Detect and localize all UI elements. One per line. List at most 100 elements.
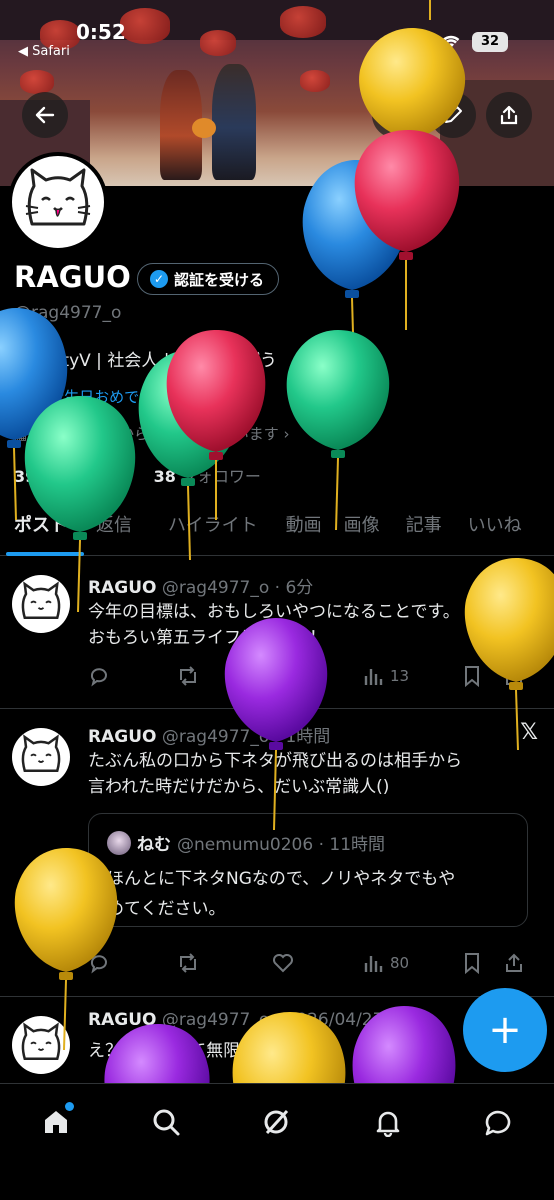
back-to-safari-link[interactable]: ◀ Safari [18, 44, 70, 59]
balloon-small-icon: ◯ [14, 390, 35, 406]
views-button[interactable]: 80 [362, 952, 462, 974]
share-icon[interactable] [504, 952, 524, 974]
share-button[interactable] [486, 92, 532, 138]
following-link[interactable]: 39 フォロー中 [14, 467, 121, 486]
follow-counts: 39 フォロー中 38 フォロワー [14, 463, 261, 487]
home-icon [45, 1111, 67, 1133]
bookmark-icon[interactable] [462, 952, 504, 974]
post-text-line: 言われた時だけだから、だいぶ常識人() [88, 777, 390, 797]
repost-icon[interactable] [176, 665, 272, 687]
profile-screen: { "status_bar": {"time": "0:52", "back_a… [0, 0, 554, 1200]
repost-icon[interactable] [176, 952, 272, 974]
post-avatar[interactable] [12, 1016, 70, 1074]
profile-bio: IdentityV | 社会人 | 楽しく遊ぼう [14, 351, 277, 371]
post-avatar[interactable] [12, 728, 70, 786]
edit-button[interactable] [430, 92, 476, 138]
arrow-left-icon [35, 106, 55, 124]
search-button[interactable] [372, 92, 418, 138]
quote-meta: @nemumu0206 · 11時間 [177, 835, 386, 855]
post-text-line: おもろい第五ライフにするぞ！ [88, 628, 327, 648]
share-icon [500, 105, 518, 125]
joined-date[interactable]: ▦ 2023年11月からXを利用しています › [14, 423, 290, 444]
tab-images[interactable]: 画像 [330, 506, 380, 556]
bar-chart-icon [364, 956, 383, 972]
profile-tabs: ポスト 返信 ハイライト 動画 画像 記事 いいね [0, 506, 554, 556]
post-header: RAGUO @rag4977_o · 6分 [88, 573, 313, 598]
quote-avatar [107, 830, 131, 855]
post-text: え？歯医者って無限.5？？？ [88, 1038, 307, 1064]
following-count: 39 [14, 467, 37, 486]
quote-text-line: めてください。 [107, 899, 226, 919]
quote-author: ねむ [137, 835, 171, 855]
nav-grok[interactable] [256, 1102, 296, 1142]
plus-icon: + [488, 1007, 522, 1053]
quote-text: ほんとに下ネタNGなので、ノリやネタでもや めてください。 [107, 864, 517, 924]
post-author[interactable]: RAGUO [88, 578, 156, 598]
cat-avatar-icon [21, 1022, 61, 1060]
views-count: 13 [390, 667, 410, 685]
tab-replies[interactable]: 返信 [82, 506, 132, 556]
post-header: RAGUO @rag4977_o · 2026/04/27 [88, 1010, 383, 1030]
search-icon [384, 104, 406, 126]
grok-icon[interactable]: 𝕏 [520, 573, 538, 598]
get-verified-label: 認証を受ける [174, 270, 265, 289]
post-text: 今年の目標は、おもしろいやつになることです。 おもろい第五ライフにするぞ！ [88, 599, 460, 651]
chevron-right-icon: › [278, 425, 290, 443]
tab-articles[interactable]: 記事 [392, 506, 442, 556]
compose-button[interactable]: + [463, 988, 547, 1072]
pencil-icon [445, 106, 462, 123]
bottom-nav [0, 1083, 554, 1200]
profile-avatar[interactable] [8, 152, 108, 252]
grok-icon [264, 1109, 289, 1135]
tab-posts[interactable]: ポスト [0, 506, 84, 556]
balloon-blue [0, 308, 68, 521]
grok-icon[interactable]: 𝕏 [520, 720, 538, 745]
cat-avatar-icon [21, 581, 61, 619]
status-bar: 0:52 ◀ Safari 32 [0, 0, 554, 70]
post-item[interactable]: RAGUO @rag4977_o · 1時間 𝕏 たぶん私の口から下ネタが飛び出… [0, 710, 554, 997]
message-icon [485, 1110, 511, 1136]
followers-link[interactable]: 38 フォロワー [154, 467, 261, 486]
calendar-icon: ▦ [14, 427, 32, 443]
post-author[interactable]: RAGUO [88, 1010, 156, 1030]
bookmark-icon[interactable] [462, 665, 504, 687]
followers-count: 38 [153, 467, 176, 486]
heart-icon[interactable] [272, 665, 362, 687]
get-verified-button[interactable]: ✓ 認証を受ける [137, 263, 280, 295]
reply-icon[interactable] [88, 665, 176, 687]
views-button[interactable]: 13 [362, 665, 462, 687]
post-item[interactable]: RAGUO @rag4977_o · 6分 𝕏 今年の目標は、おもしろいやつにな… [0, 557, 554, 709]
profile-name: RAGUO [14, 260, 131, 294]
tab-videos[interactable]: 動画 [272, 506, 322, 556]
post-avatar[interactable] [12, 575, 70, 633]
search-icon [153, 1109, 180, 1136]
quote-text-line: ほんとに下ネタNGなので、ノリやネタでもや [107, 869, 456, 889]
post-text-line: 今年の目標は、おもしろいやつになることです。 [88, 602, 460, 622]
post-header: RAGUO @rag4977_o · 1時間 [88, 722, 330, 747]
share-icon[interactable] [504, 665, 524, 687]
post-author[interactable]: RAGUO [88, 727, 156, 747]
heart-icon[interactable] [272, 952, 362, 974]
reply-icon[interactable] [88, 952, 176, 974]
tab-highlights[interactable]: ハイライト [154, 506, 258, 556]
quoted-post[interactable]: ねむ @nemumu0206 · 11時間 ほんとに下ネタNGなので、ノリやネタ… [88, 813, 528, 927]
birthday-message: ◯ お誕生日おめでとうございます。 [14, 386, 258, 407]
post-meta: @rag4977_o · 2026/04/27 [161, 1010, 384, 1030]
nav-search[interactable] [146, 1102, 186, 1142]
tab-likes[interactable]: いいね [454, 506, 522, 556]
post-actions: 13 [88, 665, 538, 687]
balloon-green [286, 330, 390, 531]
nav-notifications[interactable] [368, 1102, 408, 1142]
joined-text: 2023年11月からXを利用しています [31, 425, 279, 443]
notification-dot [65, 1102, 74, 1111]
back-button[interactable] [22, 92, 68, 138]
battery-indicator: 32 [472, 32, 508, 52]
nav-messages[interactable] [478, 1102, 518, 1142]
wifi-icon [440, 32, 462, 55]
status-time: 0:52 [76, 20, 126, 44]
profile-handle: @rag4977_o [14, 303, 122, 323]
post-actions: 80 [88, 952, 538, 974]
post-meta: @rag4977_o · 1時間 [161, 727, 331, 747]
signal-icon [401, 34, 426, 49]
nav-home[interactable] [36, 1102, 76, 1142]
